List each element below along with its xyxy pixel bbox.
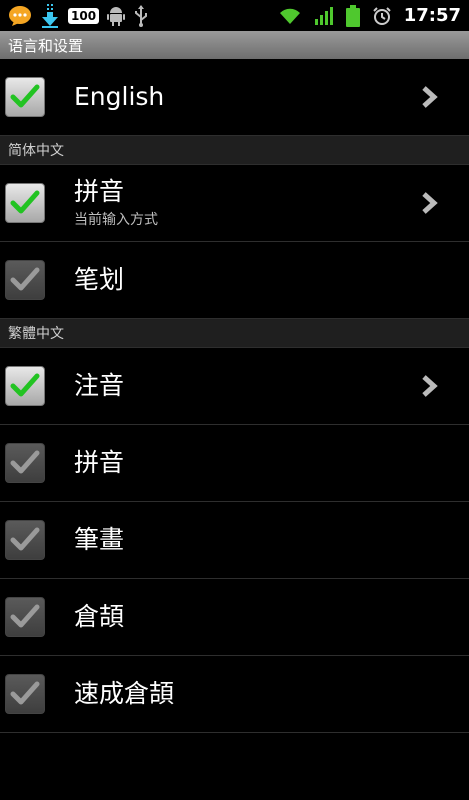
signal-icon — [314, 6, 333, 25]
list-item-label: 拼音 — [74, 177, 125, 206]
wifi-icon — [279, 8, 300, 24]
list-item-sublabel: 当前输入方式 — [74, 212, 158, 228]
list-item-stroke-traditional[interactable]: 筆畫 — [0, 502, 469, 579]
list-item-label: 筆畫 — [74, 525, 125, 554]
check-icon — [10, 373, 40, 397]
list-item-pinyin-traditional[interactable]: 拼音 — [0, 425, 469, 502]
list-item-label: 注音 — [74, 371, 125, 400]
check-icon — [10, 450, 40, 474]
list-item-label: 倉頡 — [74, 602, 125, 631]
stroke-traditional-checkbox[interactable] — [5, 520, 45, 560]
chat-bubble-icon — [9, 5, 31, 26]
battery-icon — [345, 4, 360, 27]
zhuyin-checkbox[interactable] — [5, 366, 45, 406]
check-icon — [10, 604, 40, 628]
battery-level-badge: 100 — [68, 7, 100, 24]
list-item-english[interactable]: English — [0, 59, 469, 136]
stroke-simplified-checkbox[interactable] — [5, 260, 45, 300]
cangjie-checkbox[interactable] — [5, 597, 45, 637]
pinyin-simplified-checkbox[interactable] — [5, 183, 45, 223]
section-label: 繁體中文 — [8, 326, 64, 342]
pinyin-traditional-checkbox[interactable] — [5, 443, 45, 483]
list-item-label: English — [74, 82, 165, 111]
download-icon — [42, 3, 58, 28]
list-item-pinyin-simplified[interactable]: 拼音 当前输入方式 — [0, 165, 469, 242]
chevron-right-icon[interactable] — [419, 374, 439, 398]
quick-cangjie-checkbox[interactable] — [5, 674, 45, 714]
android-icon — [107, 6, 126, 26]
list-item-label: 笔划 — [74, 265, 125, 294]
usb-icon — [135, 4, 148, 27]
check-icon — [10, 267, 40, 291]
list-item-cangjie[interactable]: 倉頡 — [0, 579, 469, 656]
english-checkbox[interactable] — [5, 77, 45, 117]
chevron-right-icon[interactable] — [419, 191, 439, 215]
page-title: 语言和设置 — [8, 36, 84, 55]
settings-list: English 简体中文 拼音 当前输入方式 笔划 繁體中文 注音 拼音 筆畫 … — [0, 59, 469, 733]
clock: 17:57 — [403, 5, 461, 26]
section-header-simplified: 简体中文 — [0, 136, 469, 165]
list-item-zhuyin[interactable]: 注音 — [0, 348, 469, 425]
check-icon — [10, 84, 40, 108]
section-label: 简体中文 — [8, 143, 64, 159]
notification-icons: 100 — [0, 3, 149, 29]
alarm-icon — [372, 6, 391, 25]
title-bar: 语言和设置 — [0, 31, 469, 59]
chevron-right-icon[interactable] — [419, 85, 439, 109]
list-item-label: 拼音 — [74, 448, 125, 477]
check-icon — [10, 190, 40, 214]
list-item-label: 速成倉頡 — [74, 679, 175, 708]
check-icon — [10, 527, 40, 551]
system-icons: 17:57 — [278, 4, 469, 27]
section-header-traditional: 繁體中文 — [0, 319, 469, 348]
list-item-quick-cangjie[interactable]: 速成倉頡 — [0, 656, 469, 733]
list-item-stroke-simplified[interactable]: 笔划 — [0, 242, 469, 319]
check-icon — [10, 681, 40, 705]
status-bar: 100 17:57 — [0, 0, 469, 31]
